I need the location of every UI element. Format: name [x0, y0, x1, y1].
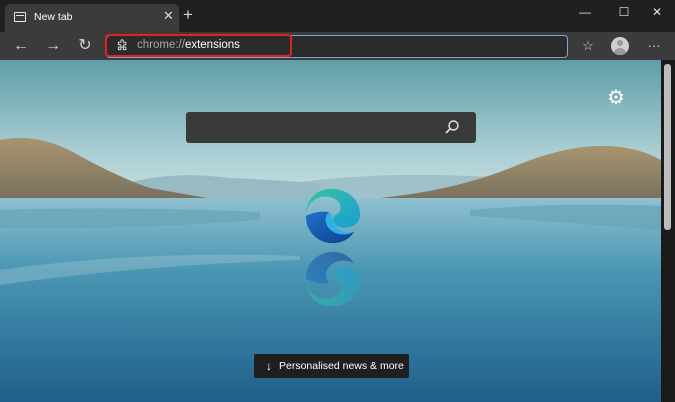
edge-logo-icon — [305, 188, 361, 244]
scrollbar-thumb[interactable] — [664, 64, 671, 230]
back-button[interactable]: ← — [7, 32, 35, 60]
minimize-button[interactable]: — — [565, 3, 605, 21]
settings-gear-icon[interactable]: ⚙ — [607, 88, 625, 108]
scrollbar[interactable] — [661, 60, 675, 402]
new-tab-button[interactable]: + — [183, 6, 193, 23]
title-bar: New tab ✕ + — ☐ ✕ — [0, 0, 675, 32]
url-scheme: chrome:// — [137, 39, 185, 51]
personalised-news-button[interactable]: ↓ Personalised news & more — [254, 354, 409, 378]
news-button-label: Personalised news & more — [279, 360, 404, 372]
tab-close-icon[interactable]: ✕ — [163, 9, 174, 22]
close-window-button[interactable]: ✕ — [637, 3, 675, 21]
profile-avatar[interactable] — [611, 37, 629, 55]
address-url[interactable]: chrome://extensions — [137, 39, 240, 51]
refresh-button[interactable]: ↻ — [71, 32, 99, 60]
more-menu-button[interactable]: ··· — [641, 32, 667, 60]
tab-title: New tab — [34, 11, 73, 23]
search-box[interactable] — [186, 112, 476, 143]
tab-new-tab[interactable]: New tab ✕ — [5, 4, 179, 32]
search-icon[interactable] — [444, 119, 460, 135]
favorites-button[interactable]: ☆ — [575, 32, 601, 60]
forward-button[interactable]: → — [39, 32, 67, 60]
new-tab-icon — [14, 12, 26, 22]
url-path: extensions — [184, 39, 240, 51]
toolbar: ← → ↻ chrome://extensions ☆ ··· — [0, 32, 675, 60]
arrow-down-icon: ↓ — [266, 359, 272, 373]
new-tab-page: ⚙ ↓ Personalised news & more — [0, 60, 675, 402]
edge-logo-reflection — [305, 251, 361, 307]
puzzle-icon — [117, 39, 127, 51]
